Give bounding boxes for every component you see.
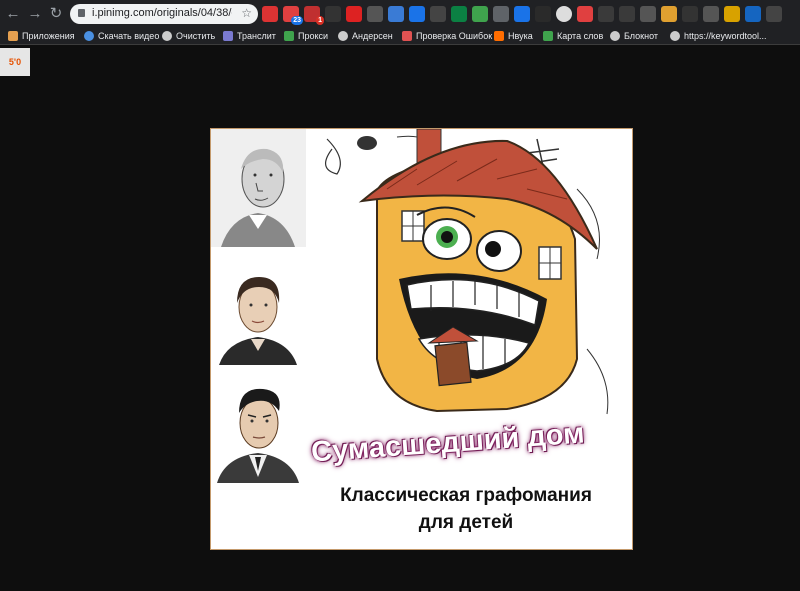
extension-icon[interactable] [388, 6, 404, 22]
portrait-elderly-man [211, 129, 306, 247]
lock-icon [78, 9, 85, 17]
reload-icon: ↻ [49, 5, 63, 22]
portrait-woman [211, 247, 306, 365]
cover-subtitle-line1: Классическая графомания [340, 485, 592, 506]
crazy-house-illustration [307, 129, 632, 429]
extension-icon[interactable] [514, 6, 530, 22]
forward-button[interactable]: → [26, 5, 44, 23]
extension-icon[interactable] [367, 6, 383, 22]
bookmark-spellcheck[interactable]: Проверка Ошибок [402, 29, 492, 43]
extension-icon[interactable] [619, 6, 635, 22]
word-map-icon [543, 31, 553, 41]
extension-icon[interactable] [640, 6, 656, 22]
apps-grid-icon [8, 31, 18, 41]
bookmarks-bar: Приложения Скачать видео Очистить Трансл… [0, 28, 800, 45]
bookmark-nvuka[interactable]: Нвука [494, 29, 533, 43]
extension-icon[interactable]: 23 [283, 6, 303, 25]
extension-icon[interactable] [430, 6, 446, 22]
extension-icon[interactable] [703, 6, 719, 22]
extension-icon[interactable] [472, 6, 488, 22]
extension-icon[interactable] [661, 6, 677, 22]
back-button[interactable]: ← [4, 5, 22, 23]
extension-icon[interactable] [535, 6, 551, 22]
extension-icon[interactable] [346, 6, 362, 22]
globe-icon [610, 31, 620, 41]
extension-icon[interactable] [724, 6, 740, 22]
extension-icon[interactable] [556, 6, 572, 22]
bookmark-star-icon[interactable]: ☆ [241, 6, 252, 20]
extension-icon[interactable] [577, 6, 593, 22]
bookmark-clear[interactable]: Очистить [162, 29, 215, 43]
address-bar[interactable]: i.pinimg.com/originals/04/38/cd... ☆ [70, 4, 258, 24]
nvuka-icon [494, 31, 504, 41]
arrow-left-icon: ← [5, 5, 21, 22]
extensions-row: 23 1 [262, 6, 782, 25]
shield-icon [284, 31, 294, 41]
download-video-icon [84, 31, 94, 41]
book-cover-image: Сумасшедший дом Классическая графомания … [210, 128, 633, 550]
bookmark-keywordtool[interactable]: https://keywordtool... [670, 29, 767, 43]
extension-icon[interactable] [682, 6, 698, 22]
bookmark-word-map[interactable]: Карта слов [543, 29, 603, 43]
reload-button[interactable]: ↻ [47, 5, 65, 23]
arrow-right-icon: → [27, 5, 43, 22]
gear-icon [162, 31, 172, 41]
extension-icon[interactable] [745, 6, 761, 22]
bookmark-proxy[interactable]: Прокси [284, 29, 328, 43]
cover-subtitle-line2: для детей [418, 512, 514, 533]
extension-icon[interactable] [409, 6, 425, 22]
portrait-young-man [211, 365, 306, 483]
globe-icon [670, 31, 680, 41]
extension-icon[interactable] [766, 6, 782, 22]
bookmark-translit[interactable]: Транслит [223, 29, 276, 43]
spellcheck-icon [402, 31, 412, 41]
extension-icon[interactable] [262, 6, 278, 22]
extension-icon[interactable] [598, 6, 614, 22]
side-widget[interactable]: 5'0 [0, 48, 30, 76]
extension-icon[interactable] [325, 6, 341, 22]
bookmark-apps[interactable]: Приложения [8, 29, 75, 43]
extension-icon[interactable]: 1 [304, 6, 324, 25]
extension-icon[interactable] [493, 6, 509, 22]
translit-icon [223, 31, 233, 41]
bookmark-andersen[interactable]: Андерсен [338, 29, 393, 43]
url-text: i.pinimg.com/originals/04/38/cd... [92, 7, 232, 19]
browser-toolbar: ← → ↻ i.pinimg.com/originals/04/38/cd...… [0, 0, 800, 28]
bookmark-download-video[interactable]: Скачать видео [84, 29, 159, 43]
globe-icon [338, 31, 348, 41]
extension-icon[interactable] [451, 6, 467, 22]
bookmark-notepad[interactable]: Блокнот [610, 29, 658, 43]
